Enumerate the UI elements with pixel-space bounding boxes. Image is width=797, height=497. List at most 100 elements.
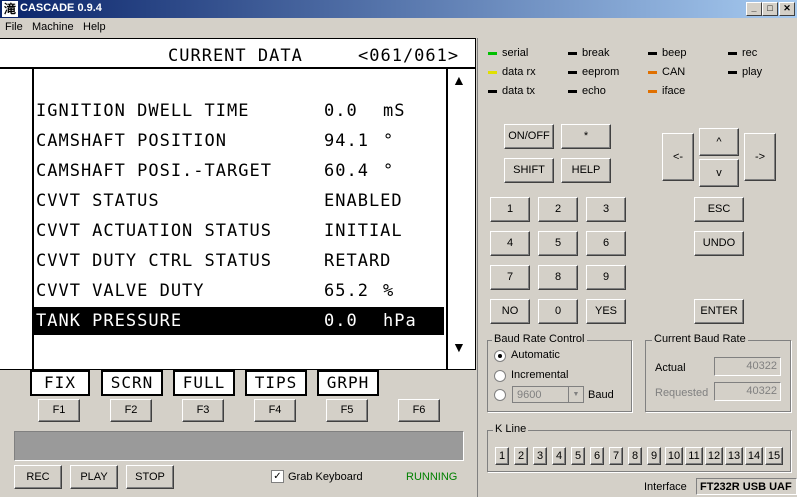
arrow-down-button[interactable]: v xyxy=(699,159,739,187)
kline-6-button[interactable]: 6 xyxy=(590,447,604,465)
f2-button[interactable]: F2 xyxy=(110,399,152,422)
row-label: TANK PRESSURE xyxy=(36,311,183,331)
key-0-button[interactable]: 0 xyxy=(538,299,578,324)
automatic-label: Automatic xyxy=(511,349,560,361)
running-status: RUNNING xyxy=(406,471,458,483)
row-value: 0.0 xyxy=(324,311,358,331)
f5-button[interactable]: F5 xyxy=(326,399,368,422)
arrow-right-button[interactable]: -> xyxy=(744,133,776,181)
baud-select[interactable]: 9600 ▼ xyxy=(512,386,584,403)
onoff-button[interactable]: ON/OFF xyxy=(504,124,554,149)
row-label: CAMSHAFT POSI.-TARGET xyxy=(36,161,272,181)
f1-button[interactable]: F1 xyxy=(38,399,80,422)
led-can-label: CAN xyxy=(662,66,686,78)
scroll-down-icon[interactable]: ▼ xyxy=(452,339,466,355)
data-row[interactable]: CVVT DUTY CTRL STATUS RETARD xyxy=(34,247,444,275)
f4-button[interactable]: F4 xyxy=(254,399,296,422)
kline-8-button[interactable]: 8 xyxy=(628,447,642,465)
current-baud-rate-title: Current Baud Rate xyxy=(652,333,748,345)
enter-button[interactable]: ENTER xyxy=(694,299,744,324)
panel-divider xyxy=(477,38,478,497)
kline-14-button[interactable]: 14 xyxy=(745,447,763,465)
row-value: INITIAL xyxy=(324,221,403,241)
data-row[interactable]: CAMSHAFT POSI.-TARGET 60.4 ° xyxy=(34,157,444,185)
automatic-radio[interactable] xyxy=(494,350,506,362)
key-4-button[interactable]: 4 xyxy=(490,231,530,256)
fixed-baud-radio[interactable] xyxy=(494,389,506,401)
led-datarx-label: data rx xyxy=(502,66,536,78)
maximize-button[interactable]: □ xyxy=(762,2,778,16)
requested-label: Requested xyxy=(655,387,709,399)
menu-file[interactable]: File xyxy=(5,21,23,33)
current-baud-rate-group xyxy=(645,340,791,412)
kline-10-button[interactable]: 10 xyxy=(665,447,683,465)
led-beep-indicator xyxy=(648,52,657,55)
softkey-fix: FIX xyxy=(30,370,90,396)
kline-5-button[interactable]: 5 xyxy=(571,447,585,465)
row-label: CVVT STATUS xyxy=(36,191,160,211)
shift-button[interactable]: SHIFT xyxy=(504,158,554,183)
key-3-button[interactable]: 3 xyxy=(586,197,626,222)
led-datatx-label: data tx xyxy=(502,85,536,97)
yes-button[interactable]: YES xyxy=(586,299,626,324)
grab-keyboard-checkbox[interactable]: ✓ xyxy=(271,470,284,483)
row-unit: ° xyxy=(383,161,395,181)
kline-11-button[interactable]: 11 xyxy=(685,447,703,465)
data-row[interactable]: CVVT STATUS ENABLED xyxy=(34,187,444,215)
grab-keyboard-label: Grab Keyboard xyxy=(288,471,363,483)
f6-button[interactable]: F6 xyxy=(398,399,440,422)
kline-15-button[interactable]: 15 xyxy=(765,447,783,465)
chevron-down-icon[interactable]: ▼ xyxy=(568,387,583,402)
esc-button[interactable]: ESC xyxy=(694,197,744,222)
kline-12-button[interactable]: 12 xyxy=(705,447,723,465)
kline-2-button[interactable]: 2 xyxy=(514,447,528,465)
key-9-button[interactable]: 9 xyxy=(586,265,626,290)
led-play-label: play xyxy=(742,66,763,78)
key-6-button[interactable]: 6 xyxy=(586,231,626,256)
menu-help[interactable]: Help xyxy=(83,21,106,33)
data-row-selected[interactable]: TANK PRESSURE 0.0 hPa xyxy=(34,307,444,335)
data-row[interactable]: IGNITION DWELL TIME 0.0 mS xyxy=(34,97,444,125)
key-1-button[interactable]: 1 xyxy=(490,197,530,222)
help-button[interactable]: HELP xyxy=(561,158,611,183)
kline-4-button[interactable]: 4 xyxy=(552,447,566,465)
screen-title: CURRENT DATA xyxy=(168,46,303,66)
key-2-button[interactable]: 2 xyxy=(538,197,578,222)
kline-1-button[interactable]: 1 xyxy=(495,447,509,465)
kline-3-button[interactable]: 3 xyxy=(533,447,547,465)
row-unit: ° xyxy=(383,131,395,151)
no-button[interactable]: NO xyxy=(490,299,530,324)
screen-page-indicator: <061/061> xyxy=(358,46,460,66)
stop-button[interactable]: STOP xyxy=(126,465,174,489)
key-5-button[interactable]: 5 xyxy=(538,231,578,256)
incremental-radio[interactable] xyxy=(494,370,506,382)
kline-13-button[interactable]: 13 xyxy=(725,447,743,465)
data-row[interactable]: CVVT ACTUATION STATUS INITIAL xyxy=(34,217,444,245)
close-button[interactable]: ✕ xyxy=(779,2,795,16)
arrow-left-button[interactable]: <- xyxy=(662,133,694,181)
led-can-indicator xyxy=(648,71,657,74)
row-label: CVVT ACTUATION STATUS xyxy=(36,221,272,241)
key-7-button[interactable]: 7 xyxy=(490,265,530,290)
requested-baud-field: 40322 xyxy=(714,382,781,401)
row-value: 0.0 xyxy=(324,101,358,121)
kline-9-button[interactable]: 9 xyxy=(647,447,661,465)
menu-machine[interactable]: Machine xyxy=(32,21,74,33)
minimize-button[interactable]: _ xyxy=(746,2,762,16)
data-row[interactable]: CVVT VALVE DUTY 65.2 % xyxy=(34,277,444,305)
scroll-up-icon[interactable]: ▲ xyxy=(452,72,466,88)
play-button[interactable]: PLAY xyxy=(70,465,118,489)
f3-button[interactable]: F3 xyxy=(182,399,224,422)
star-button[interactable]: * xyxy=(561,124,611,149)
data-row[interactable]: CAMSHAFT POSITION 94.1 ° xyxy=(34,127,444,155)
led-iface-label: iface xyxy=(662,85,686,97)
rec-button[interactable]: REC xyxy=(14,465,62,489)
key-8-button[interactable]: 8 xyxy=(538,265,578,290)
led-eeprom-label: eeprom xyxy=(582,66,620,78)
undo-button[interactable]: UNDO xyxy=(694,231,744,256)
row-value: RETARD xyxy=(324,251,392,271)
arrow-up-button[interactable]: ^ xyxy=(699,128,739,156)
kline-7-button[interactable]: 7 xyxy=(609,447,623,465)
row-unit: hPa xyxy=(383,311,417,331)
led-break-indicator xyxy=(568,52,577,55)
